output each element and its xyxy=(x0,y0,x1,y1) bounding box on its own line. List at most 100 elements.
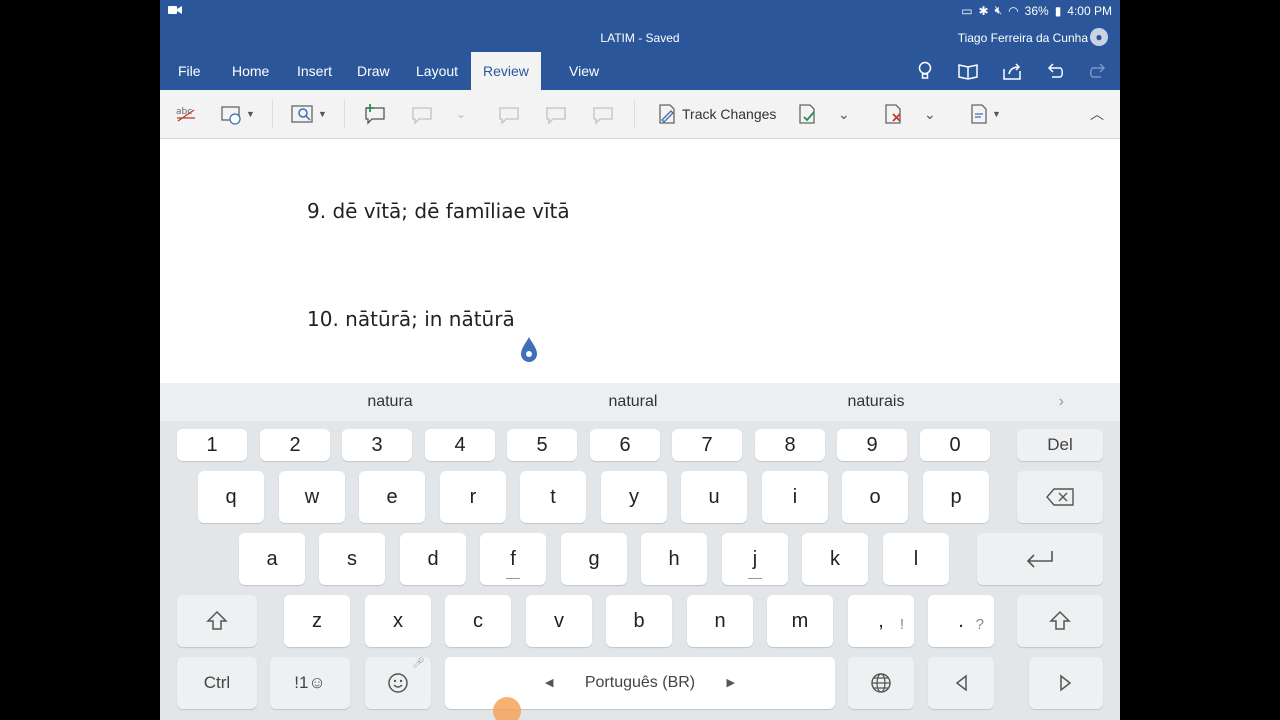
key-r[interactable]: r xyxy=(440,471,506,523)
share-icon[interactable] xyxy=(1001,60,1023,82)
spelling-icon[interactable]: abc xyxy=(174,100,198,128)
mic-icon: 🎤︎ xyxy=(412,658,425,669)
collapse-ribbon-icon[interactable]: ︿ xyxy=(1090,100,1104,128)
key-1[interactable]: 1 xyxy=(177,429,247,461)
key-2[interactable]: 2 xyxy=(260,429,330,461)
ctrl-key[interactable]: Ctrl xyxy=(177,657,257,709)
tab-insert[interactable]: Insert xyxy=(285,52,344,90)
shift-key-left[interactable] xyxy=(177,595,257,647)
svg-text:abc: abc xyxy=(176,107,192,117)
globe-icon xyxy=(871,673,891,693)
key-f[interactable]: f xyxy=(480,533,546,585)
key-z[interactable]: z xyxy=(284,595,350,647)
key-period[interactable]: . ? xyxy=(928,595,994,647)
key-u[interactable]: u xyxy=(681,471,747,523)
tab-review[interactable]: Review xyxy=(471,52,541,90)
document-line[interactable]: 9. dē vītā; dē famīliae vītā xyxy=(307,199,570,223)
backspace-key[interactable] xyxy=(1017,471,1103,523)
emoji-key[interactable]: 🎤︎ xyxy=(365,657,431,709)
key-b[interactable]: b xyxy=(606,595,672,647)
lightbulb-icon[interactable] xyxy=(914,60,936,82)
cursor-right-key[interactable] xyxy=(1029,657,1103,709)
document-canvas[interactable]: 9. dē vītā; dē famīliae vītā 10. nātūrā;… xyxy=(160,139,1120,383)
delete-comment-icon[interactable] xyxy=(409,100,435,128)
key-7[interactable]: 7 xyxy=(672,429,742,461)
markup-display-button[interactable]: ▼ xyxy=(968,100,1001,128)
floating-record-button[interactable] xyxy=(493,697,521,720)
chevron-down-icon[interactable]: ⌄ xyxy=(924,100,936,128)
caret-left-icon xyxy=(955,674,967,692)
user-name[interactable]: Tiago Ferreira da Cunha xyxy=(958,31,1088,45)
key-h[interactable]: h xyxy=(641,533,707,585)
key-k[interactable]: k xyxy=(802,533,868,585)
key-l[interactable]: l xyxy=(883,533,949,585)
key-9[interactable]: 9 xyxy=(837,429,907,461)
status-bar: ▭ ✱ 🔇︎ ◠ 36% ▮ 4:00 PM xyxy=(160,0,1120,22)
ribbon-tabs: File Home Insert Draw Layout Review View xyxy=(160,52,1120,90)
key-3[interactable]: 3 xyxy=(342,429,412,461)
key-j[interactable]: j xyxy=(722,533,788,585)
reject-change-icon[interactable] xyxy=(882,100,904,128)
tab-view[interactable]: View xyxy=(557,52,611,90)
key-6[interactable]: 6 xyxy=(590,429,660,461)
undo-icon[interactable] xyxy=(1044,60,1066,82)
accept-change-icon[interactable] xyxy=(796,100,818,128)
redo-icon[interactable] xyxy=(1087,60,1109,82)
translate-button[interactable]: ▼ xyxy=(220,100,255,128)
suggestion-item[interactable]: naturais xyxy=(776,383,976,421)
key-v[interactable]: v xyxy=(526,595,592,647)
key-i[interactable]: i xyxy=(762,471,828,523)
key-8[interactable]: 8 xyxy=(755,429,825,461)
tab-file[interactable]: File xyxy=(166,52,213,90)
chevron-down-icon: ▼ xyxy=(318,109,327,119)
key-hint: ? xyxy=(975,616,984,633)
smart-lookup-button[interactable]: ▼ xyxy=(290,100,327,128)
key-g[interactable]: g xyxy=(561,533,627,585)
document-line[interactable]: 10. nātūrā; in nātūrā xyxy=(307,307,515,331)
tab-home[interactable]: Home xyxy=(220,52,281,90)
key-t[interactable]: t xyxy=(520,471,586,523)
text-cursor-handle[interactable] xyxy=(520,337,538,368)
key-d[interactable]: d xyxy=(400,533,466,585)
chevron-right-icon[interactable]: › xyxy=(1059,383,1064,421)
shift-key-right[interactable] xyxy=(1017,595,1103,647)
chevron-down-icon[interactable]: ⌄ xyxy=(456,100,466,128)
cast-icon: ▭ xyxy=(961,3,973,18)
key-y[interactable]: y xyxy=(601,471,667,523)
chevron-down-icon: ▼ xyxy=(246,109,255,119)
symbols-key[interactable]: !1☺ xyxy=(270,657,350,709)
key-0[interactable]: 0 xyxy=(920,429,990,461)
next-comment-icon[interactable] xyxy=(590,100,616,128)
key-w[interactable]: w xyxy=(279,471,345,523)
del-key[interactable]: Del xyxy=(1017,429,1103,461)
key-a[interactable]: a xyxy=(239,533,305,585)
tab-layout[interactable]: Layout xyxy=(404,52,470,90)
bluetooth-icon: ✱ xyxy=(978,3,989,18)
avatar[interactable]: ● xyxy=(1090,28,1108,46)
key-s[interactable]: s xyxy=(319,533,385,585)
key-p[interactable]: p xyxy=(923,471,989,523)
key-x[interactable]: x xyxy=(365,595,431,647)
key-m[interactable]: m xyxy=(767,595,833,647)
previous-comment-icon[interactable] xyxy=(496,100,522,128)
cursor-left-key[interactable] xyxy=(928,657,994,709)
tab-draw[interactable]: Draw xyxy=(345,52,402,90)
key-o[interactable]: o xyxy=(842,471,908,523)
key-4[interactable]: 4 xyxy=(425,429,495,461)
track-changes-button[interactable]: Track Changes xyxy=(656,100,776,128)
key-e[interactable]: e xyxy=(359,471,425,523)
key-comma[interactable]: , ! xyxy=(848,595,914,647)
key-q[interactable]: q xyxy=(198,471,264,523)
shift-icon xyxy=(1049,610,1071,630)
key-5[interactable]: 5 xyxy=(507,429,577,461)
key-n[interactable]: n xyxy=(687,595,753,647)
chevron-down-icon[interactable]: ⌄ xyxy=(838,100,850,128)
key-c[interactable]: c xyxy=(445,595,511,647)
reading-mode-icon[interactable] xyxy=(957,60,979,82)
suggestion-item[interactable]: natural xyxy=(533,383,733,421)
enter-key[interactable] xyxy=(977,533,1103,585)
show-comments-icon[interactable] xyxy=(543,100,569,128)
suggestion-item[interactable]: natura xyxy=(290,383,490,421)
new-comment-icon[interactable] xyxy=(362,100,388,128)
language-key[interactable] xyxy=(848,657,914,709)
